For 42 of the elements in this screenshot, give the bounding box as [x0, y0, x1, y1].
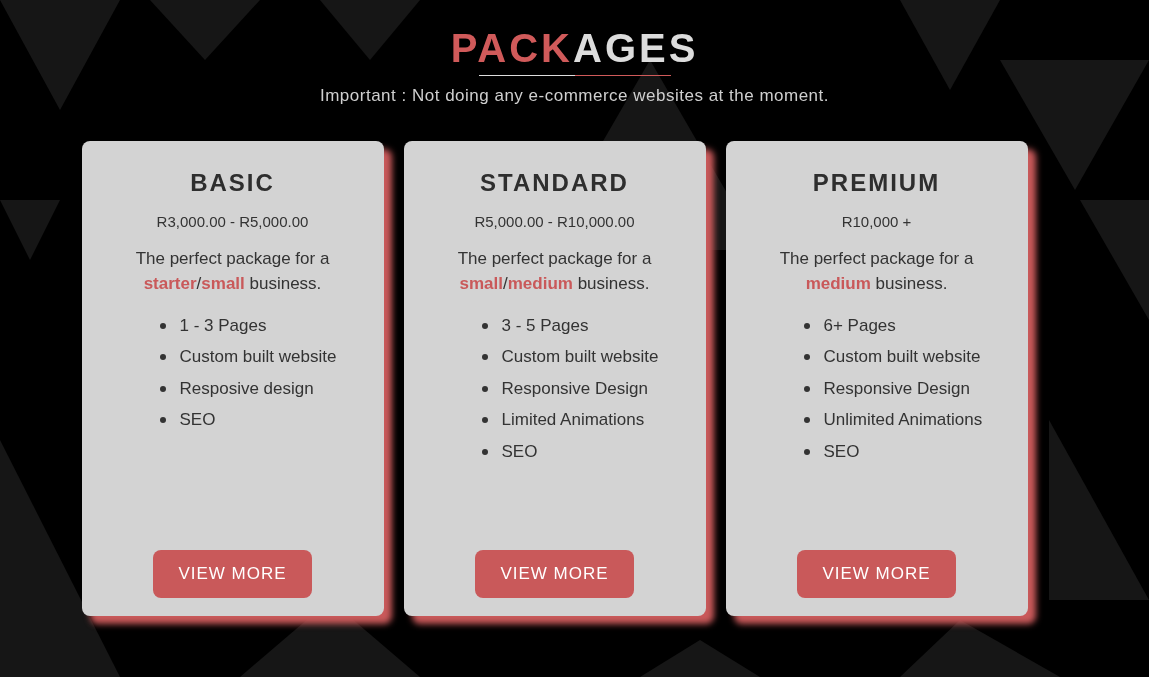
package-price: R5,000.00 - R10,000.00 [474, 213, 635, 230]
bullet-icon [159, 385, 166, 392]
feature-text: 3 - 5 Pages [501, 315, 589, 336]
feature-text: Unlimited Animations [823, 410, 983, 431]
bullet-icon [159, 322, 166, 329]
view-more-button[interactable]: VIEW MORE [153, 550, 312, 598]
bullet-icon [803, 322, 810, 329]
feature-text: Responsive Design [823, 378, 970, 399]
feature-text: SEO [501, 441, 538, 462]
bullet-icon [481, 448, 488, 455]
package-description: The perfect package for a small/medium business. [456, 248, 653, 295]
feature-text: SEO [823, 441, 860, 462]
bullet-icon [481, 354, 488, 361]
feature-text: Resposive design [179, 378, 314, 399]
view-more-button[interactable]: VIEW MORE [797, 550, 956, 598]
bullet-icon [481, 322, 488, 329]
bullet-icon [159, 354, 166, 361]
package-price: R3,000.00 - R5,000.00 [156, 213, 309, 230]
package-name: BASIC [190, 169, 275, 197]
package-name: PREMIUM [812, 169, 941, 197]
feature-text: Responsive Design [501, 378, 648, 399]
notice-text: Important : Not doing any e-commerce websites at the moment. [319, 86, 829, 106]
bullet-icon [803, 417, 810, 424]
package-price: R10,000 + [841, 213, 912, 230]
bullet-icon [481, 385, 488, 392]
bullet-icon [803, 354, 810, 361]
feature-text: Custom built website [501, 347, 659, 368]
feature-text: Custom built website [823, 347, 981, 368]
bullet-icon [803, 448, 810, 455]
bullet-icon [481, 417, 488, 424]
package-name: STANDARD [480, 169, 629, 197]
bullet-icon [803, 385, 810, 392]
bullet-icon [159, 417, 166, 424]
feature-text: Limited Animations [501, 410, 645, 431]
feature-text: Custom built website [179, 347, 337, 368]
feature-text: SEO [179, 410, 216, 431]
view-more-button[interactable]: VIEW MORE [475, 550, 634, 598]
feature-text: 1 - 3 Pages [179, 315, 267, 336]
feature-text: 6+ Pages [823, 315, 896, 336]
page-title: PACKAGES [450, 25, 699, 72]
package-description: The perfect package for a medium business. [778, 248, 975, 295]
package-description: The perfect package for a starter/small business. [134, 248, 331, 295]
